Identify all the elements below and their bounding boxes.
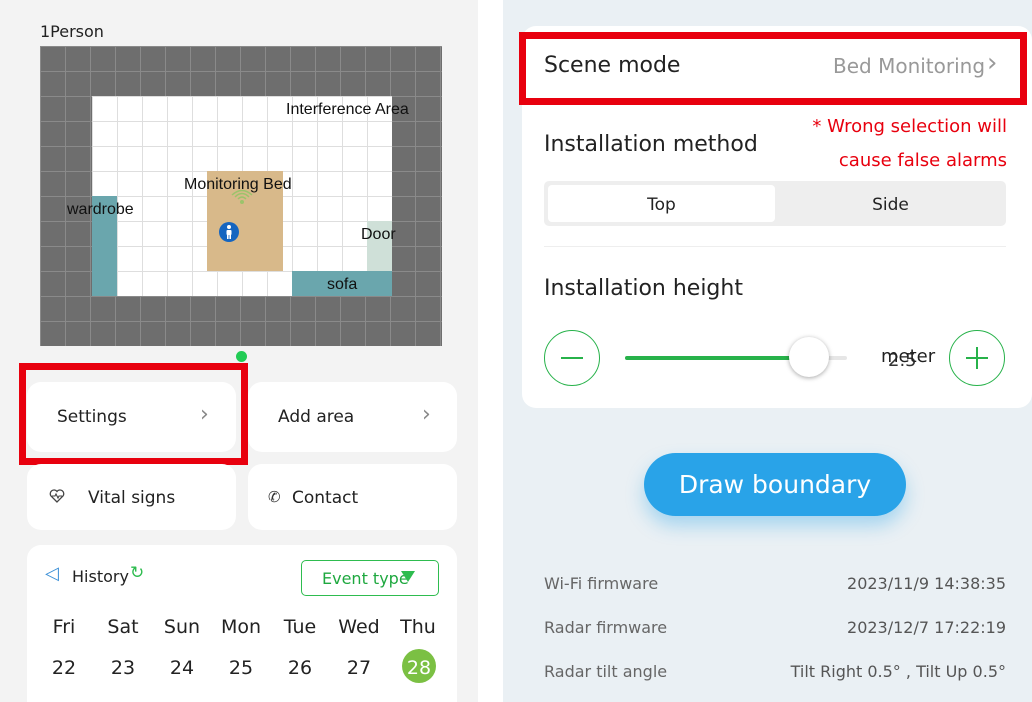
wardrobe-label: wardrobe (67, 201, 134, 218)
device-title: 1Person (40, 22, 104, 41)
event-type-label: Event type (322, 569, 409, 588)
height-slider-fill (625, 356, 809, 360)
warning-line-1: * Wrong selection will (812, 116, 1007, 137)
method-side-label: Side (872, 195, 909, 215)
map-position-dot (236, 351, 247, 362)
day-name: Sat (107, 616, 139, 638)
installation-height-label: Installation height (544, 276, 743, 301)
radar-firmware-value: 2023/12/7 17:22:19 (847, 618, 1006, 637)
wifi-firmware-label: Wi-Fi firmware (544, 574, 659, 593)
scene-mode-highlight-box (519, 32, 1027, 105)
dropdown-triangle-icon (401, 571, 415, 582)
day-name: Sun (163, 616, 201, 638)
height-unit: meter (881, 346, 936, 367)
person-icon[interactable] (218, 221, 240, 243)
method-top-label: Top (647, 195, 676, 215)
refresh-icon[interactable]: ↻ (130, 563, 144, 583)
radar-wave-icon (231, 189, 253, 204)
installation-method-label: Installation method (544, 132, 758, 157)
settings-panel: Scene mode Bed Monitoring › Installation… (503, 0, 1032, 702)
day-date[interactable]: 23 (93, 657, 153, 679)
radar-tilt-label: Radar tilt angle (544, 662, 668, 681)
height-slider-thumb[interactable] (789, 337, 829, 377)
day-name: Wed (338, 616, 380, 638)
calendar-strip: Fri Sat Sun Mon Tue Wed Thu 22 23 24 25 … (34, 616, 450, 688)
add-area-label: Add area (278, 407, 355, 427)
day-date[interactable]: 24 (152, 657, 212, 679)
day-name: Tue (283, 616, 317, 638)
radar-tilt-value: Tilt Right 0.5° , Tilt Up 0.5° (790, 662, 1006, 681)
day-name: Thu (400, 616, 436, 638)
history-title: History (72, 567, 129, 586)
day-date[interactable]: 27 (329, 657, 389, 679)
sofa-label: sofa (327, 276, 358, 293)
device-panel: 1Person Interference Area Monitoring Bed… (0, 0, 478, 702)
radar-firmware-label: Radar firmware (544, 618, 668, 637)
day-name: Fri (52, 616, 76, 638)
add-area-chevron-icon: › (422, 402, 431, 427)
plus-icon-vertical (976, 347, 978, 369)
draw-boundary-label: Draw boundary (678, 470, 872, 499)
day-name: Mon (220, 616, 262, 638)
minus-icon (561, 357, 583, 359)
divider (544, 246, 1006, 247)
day-date[interactable]: 25 (211, 657, 271, 679)
contact-label: Contact (292, 488, 359, 508)
day-date[interactable]: 22 (34, 657, 94, 679)
interference-area-label: Interference Area (286, 101, 409, 118)
vital-signs-label: Vital signs (88, 488, 176, 508)
send-icon: ◁ (45, 563, 59, 584)
day-date[interactable]: 26 (270, 657, 330, 679)
warning-line-2: cause false alarms (838, 150, 1007, 171)
day-date-selected[interactable]: 28 (388, 657, 450, 679)
heart-rate-icon (49, 489, 65, 503)
phone-icon: ✆ (268, 488, 281, 506)
settings-highlight-box (19, 363, 248, 465)
door-label: Door (361, 226, 396, 243)
wifi-firmware-value: 2023/11/9 14:38:35 (847, 574, 1006, 593)
